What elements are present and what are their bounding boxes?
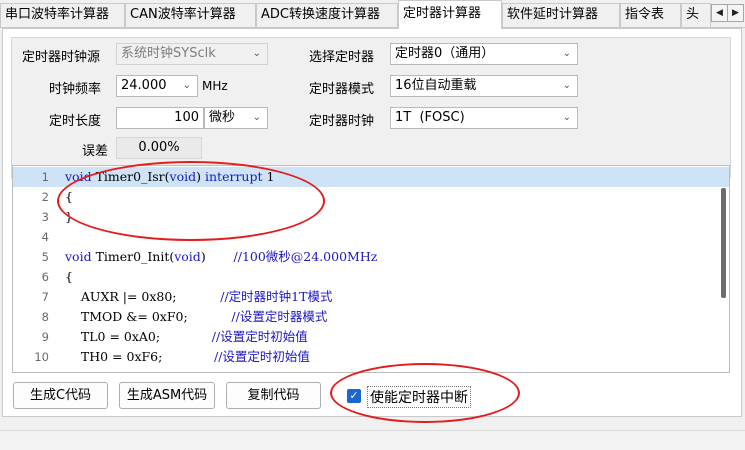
tab-uart-baud[interactable]: 串口波特率计算器 — [0, 3, 125, 27]
code-text: void Timer0_Init(void) //100微秒@24.000MHz — [65, 249, 378, 264]
code-line: 3} — [13, 207, 729, 227]
line-number: 8 — [41, 310, 49, 324]
tab-software-delay[interactable]: 软件延时计算器 — [502, 3, 620, 27]
tab-scroll-right-button[interactable]: ▶ — [727, 4, 744, 22]
chevron-down-icon: ⌄ — [252, 48, 261, 59]
line-number: 7 — [41, 290, 49, 304]
tab-header[interactable]: 头 — [681, 3, 711, 27]
timer-unit-value: 微秒 — [209, 110, 236, 125]
generate-c-code-button[interactable]: 生成C代码 — [13, 382, 108, 409]
code-line: 2{ — [13, 187, 729, 207]
copy-code-button[interactable]: 复制代码 — [226, 382, 321, 409]
timer-mode-label: 定时器模式 — [309, 82, 375, 97]
code-line: 10 TH0 = 0xF6; //设置定时初始值 — [13, 347, 729, 367]
generate-asm-code-button[interactable]: 生成ASM代码 — [119, 382, 215, 409]
line-number: 9 — [41, 330, 49, 344]
code-line: 8 TMOD &= 0xF0; //设置定时器模式 — [13, 307, 729, 327]
code-text: TMOD &= 0xF0; //设置定时器模式 — [65, 309, 328, 324]
timer-clock-value: 1T (FOSC) — [395, 110, 465, 125]
timer-clock-label: 定时器时钟 — [309, 114, 375, 129]
code-line: 6{ — [13, 267, 729, 287]
timer-length-label: 定时长度 — [49, 114, 102, 129]
tab-scroll-left-button[interactable]: ◀ — [711, 4, 728, 22]
code-text: { — [65, 269, 73, 284]
line-number: 4 — [41, 230, 49, 244]
tab-adc-speed[interactable]: ADC转换速度计算器 — [256, 3, 398, 27]
timer-clock-select[interactable]: 1T (FOSC) ⌄ — [390, 107, 578, 129]
line-number: 10 — [34, 350, 49, 364]
code-text: } — [65, 209, 73, 224]
line-number: 2 — [41, 190, 49, 204]
select-timer-label: 选择定时器 — [309, 50, 375, 65]
clock-freq-value: 24.000 — [121, 78, 167, 93]
code-line: 4 — [13, 227, 729, 247]
code-text: TH0 = 0xF6; //设置定时初始值 — [65, 349, 310, 364]
timer-mode-value: 16位自动重载 — [395, 78, 477, 93]
select-timer-select[interactable]: 定时器0（通用） ⌄ — [390, 43, 578, 65]
code-text: { — [65, 189, 73, 204]
tab-can-baud[interactable]: CAN波特率计算器 — [125, 3, 256, 27]
timer-length-input[interactable]: 100 — [116, 107, 204, 129]
chevron-down-icon: ⌄ — [252, 112, 261, 123]
error-label: 误差 — [82, 144, 109, 159]
code-editor[interactable]: 1 void Timer0_Isr(void) interrupt 1 2{3} 4 5… — [12, 165, 730, 373]
line-number: 1 — [41, 170, 49, 184]
timer-unit-select[interactable]: 微秒 ⌄ — [204, 107, 268, 129]
code-line: 1 void Timer0_Isr(void) interrupt 1 — [13, 167, 729, 187]
chevron-down-icon: ⌄ — [562, 112, 571, 123]
settings-group: 定时器时钟源 系统时钟SYSclk ⌄ 时钟频率 24.000 ⌄ MHz 定时… — [11, 37, 731, 178]
tab-instruction-table[interactable]: 指令表 — [620, 3, 681, 27]
clock-freq-unit: MHz — [202, 79, 228, 93]
code-text: void Timer0_Isr(void) interrupt 1 — [65, 169, 275, 184]
line-number: 6 — [41, 270, 49, 284]
clock-freq-label: 时钟频率 — [49, 82, 102, 97]
error-value: 0.00% — [116, 137, 202, 159]
chevron-down-icon: ⌄ — [182, 80, 191, 91]
tab-strip: 串口波特率计算器 CAN波特率计算器 ADC转换速度计算器 定时器计算器 软件延… — [0, 0, 745, 29]
enable-interrupt-label: 使能定时器中断 — [367, 386, 471, 408]
code-line: 5 void Timer0_Init(void) //100微秒@24.000MH… — [13, 247, 729, 267]
status-bar — [0, 430, 745, 450]
line-number: 5 — [41, 250, 49, 264]
clock-source-select[interactable]: 系统时钟SYSclk ⌄ — [116, 43, 268, 65]
chevron-down-icon: ⌄ — [562, 48, 571, 59]
vertical-scrollbar[interactable] — [721, 188, 726, 298]
timer-mode-select[interactable]: 16位自动重载 ⌄ — [390, 75, 578, 97]
clock-freq-input[interactable]: 24.000 ⌄ — [116, 75, 198, 97]
line-number: 3 — [41, 210, 49, 224]
code-text: TL0 = 0xA0; //设置定时初始值 — [65, 329, 308, 344]
select-timer-value: 定时器0（通用） — [395, 46, 495, 61]
clock-source-value: 系统时钟SYSclk — [121, 46, 216, 61]
checkmark-icon: ✓ — [347, 389, 361, 403]
chevron-down-icon: ⌄ — [562, 80, 571, 91]
clock-source-label: 定时器时钟源 — [22, 50, 101, 65]
tab-timer-calc[interactable]: 定时器计算器 — [398, 0, 502, 29]
code-text: AUXR |= 0x80; //定时器时钟1T模式 — [65, 289, 333, 304]
code-line: 7 AUXR |= 0x80; //定时器时钟1T模式 — [13, 287, 729, 307]
code-line: 9 TL0 = 0xA0; //设置定时初始值 — [13, 327, 729, 347]
